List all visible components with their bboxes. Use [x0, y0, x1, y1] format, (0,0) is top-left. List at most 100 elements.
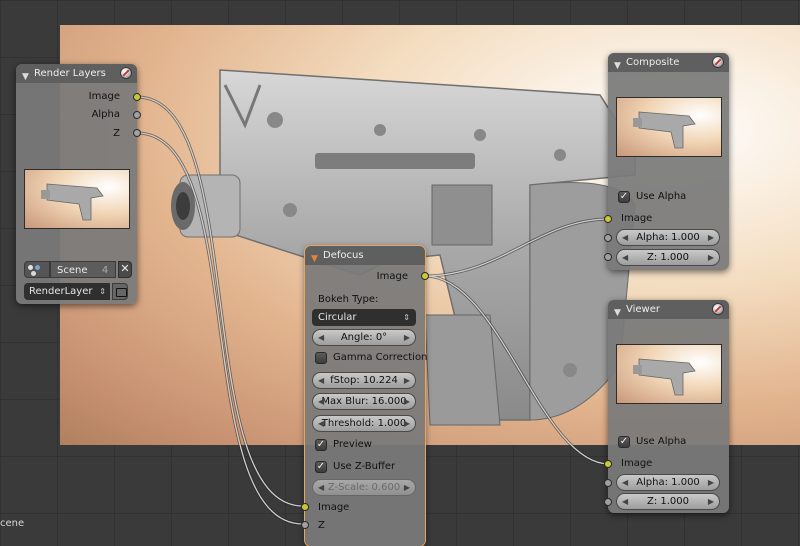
increment-arrow-icon[interactable]: ▶ [708, 475, 714, 490]
collapse-arrow-icon[interactable]: ▼ [311, 250, 318, 269]
z-scale-value: Z-Scale: 0.600 [327, 482, 401, 493]
decrement-arrow-icon[interactable]: ◀ [318, 373, 324, 388]
increment-arrow-icon[interactable]: ▶ [404, 480, 410, 495]
preview-checkbox[interactable]: ✓ [315, 439, 327, 451]
scene-name-field[interactable]: Scene 4 [50, 261, 116, 278]
increment-arrow-icon[interactable]: ▶ [708, 494, 714, 509]
bokeh-type-value: Circular [318, 312, 357, 323]
preview-gun-image [633, 111, 696, 149]
preview-gun-image [41, 183, 104, 221]
composite-alpha-field[interactable]: ◀ Alpha: 1.000 ▶ [616, 229, 720, 246]
defocus-node[interactable]: ▼ Defocus Image Bokeh Type: Circular ⇕ ◀… [301, 245, 429, 546]
threshold-field[interactable]: ◀ Threshold: 1.000 ▶ [312, 415, 416, 432]
z-value: Z: 1.000 [646, 252, 690, 263]
decrement-arrow-icon[interactable]: ◀ [318, 480, 324, 495]
z-value: Z: 1.000 [646, 496, 690, 507]
max-blur-field[interactable]: ◀ Max Blur: 16.000 ▶ [312, 393, 416, 410]
defocus-header[interactable]: ▼ Defocus [305, 246, 425, 265]
use-alpha-checkbox[interactable]: ✓ [618, 191, 630, 203]
output-label-image: Image [376, 271, 408, 282]
input-label-image: Image [318, 502, 350, 513]
fstop-value: fStop: 10.224 [330, 375, 398, 386]
composite-use-alpha-toggle[interactable]: ✓ Use Alpha [618, 191, 723, 205]
bokeh-type-label: Bokeh Type: [318, 294, 379, 305]
input-socket-z[interactable] [604, 253, 612, 261]
decrement-arrow-icon[interactable]: ◀ [622, 494, 628, 509]
render-layer-selector[interactable]: RenderLayer ⇕ [24, 283, 130, 300]
increment-arrow-icon[interactable]: ▶ [404, 416, 410, 431]
gamma-correction-toggle[interactable]: Gamma Correction [315, 352, 427, 366]
composite-header[interactable]: ▼ Composite [608, 53, 729, 72]
preview-toggle-icon[interactable] [121, 68, 131, 78]
output-socket-image[interactable] [421, 272, 429, 280]
bokeh-type-dropdown[interactable]: Circular ⇕ [312, 309, 416, 326]
preview-toggle[interactable]: ✓ Preview [315, 439, 420, 453]
preview-toggle-icon[interactable] [713, 304, 723, 314]
decrement-arrow-icon[interactable]: ◀ [622, 230, 628, 245]
use-zbuffer-checkbox[interactable]: ✓ [315, 461, 327, 473]
render-layer-dropdown[interactable]: RenderLayer ⇕ [24, 283, 110, 300]
use-zbuffer-toggle[interactable]: ✓ Use Z-Buffer [315, 461, 420, 475]
viewer-node[interactable]: ▼ Viewer ✓ Use Alpha Image ◀ Alpha: 1.00… [604, 300, 729, 513]
output-socket-alpha[interactable] [133, 111, 141, 119]
scene-name-text: Scene [57, 265, 88, 276]
scene-icon[interactable] [24, 261, 50, 278]
clear-scene-button[interactable]: ✕ [118, 261, 132, 278]
preview-gun-image [633, 358, 696, 396]
collapse-arrow-icon[interactable]: ▼ [614, 57, 621, 76]
input-label-z: Z [318, 520, 325, 531]
alpha-value: Alpha: 1.000 [636, 477, 700, 488]
preview-toggle-icon[interactable] [713, 57, 723, 67]
increment-arrow-icon[interactable]: ▶ [708, 250, 714, 265]
angle-value: Angle: 0° [340, 332, 388, 343]
gamma-correction-checkbox[interactable] [315, 352, 327, 364]
render-layers-preview [24, 169, 130, 229]
defocus-title: Defocus [323, 250, 364, 261]
output-socket-image[interactable] [133, 93, 141, 101]
scene-selector[interactable]: Scene 4 ✕ [24, 261, 132, 278]
increment-arrow-icon[interactable]: ▶ [708, 230, 714, 245]
collapse-arrow-icon[interactable]: ▼ [22, 68, 29, 87]
decrement-arrow-icon[interactable]: ◀ [318, 416, 324, 431]
render-layers-title: Render Layers [34, 68, 106, 79]
max-blur-value: Max Blur: 16.000 [321, 396, 407, 407]
input-socket-image[interactable] [301, 503, 309, 511]
viewer-z-field[interactable]: ◀ Z: 1.000 ▶ [616, 493, 720, 510]
use-alpha-label: Use Alpha [636, 191, 687, 202]
increment-arrow-icon[interactable]: ▶ [404, 330, 410, 345]
composite-node[interactable]: ▼ Composite ✓ Use Alpha Image ◀ Alpha: 1… [604, 53, 729, 270]
viewer-title: Viewer [626, 304, 660, 315]
decrement-arrow-icon[interactable]: ◀ [318, 394, 324, 409]
use-alpha-checkbox[interactable]: ✓ [618, 436, 630, 448]
use-alpha-label: Use Alpha [636, 436, 687, 447]
input-socket-image[interactable] [604, 215, 612, 223]
input-socket-image[interactable] [604, 460, 612, 468]
output-label-alpha: Alpha [91, 109, 120, 120]
output-socket-z[interactable] [133, 129, 141, 137]
viewer-header[interactable]: ▼ Viewer [608, 300, 729, 319]
decrement-arrow-icon[interactable]: ◀ [622, 475, 628, 490]
z-scale-field[interactable]: ◀ Z-Scale: 0.600 ▶ [312, 479, 416, 496]
preview-label: Preview [333, 439, 372, 450]
input-socket-alpha[interactable] [604, 479, 612, 487]
dropdown-arrows-icon: ⇕ [99, 287, 106, 296]
angle-field[interactable]: ◀ Angle: 0° ▶ [312, 329, 416, 346]
input-socket-z[interactable] [604, 498, 612, 506]
fstop-field[interactable]: ◀ fStop: 10.224 ▶ [312, 372, 416, 389]
render-layers-node[interactable]: ▼ Render Layers Image Alpha Z Scene 4 ✕ … [16, 64, 141, 304]
viewer-use-alpha-toggle[interactable]: ✓ Use Alpha [618, 436, 723, 450]
composite-z-field[interactable]: ◀ Z: 1.000 ▶ [616, 249, 720, 266]
increment-arrow-icon[interactable]: ▶ [404, 394, 410, 409]
input-label-image: Image [621, 213, 653, 224]
output-label-z: Z [113, 128, 120, 139]
collapse-arrow-icon[interactable]: ▼ [614, 304, 621, 323]
render-camera-icon[interactable] [112, 283, 128, 300]
input-socket-alpha[interactable] [604, 234, 612, 242]
render-layers-header[interactable]: ▼ Render Layers [16, 64, 137, 83]
increment-arrow-icon[interactable]: ▶ [404, 373, 410, 388]
decrement-arrow-icon[interactable]: ◀ [622, 250, 628, 265]
input-socket-z[interactable] [301, 521, 309, 529]
decrement-arrow-icon[interactable]: ◀ [318, 330, 324, 345]
viewer-alpha-field[interactable]: ◀ Alpha: 1.000 ▶ [616, 474, 720, 491]
composite-title: Composite [626, 57, 680, 68]
